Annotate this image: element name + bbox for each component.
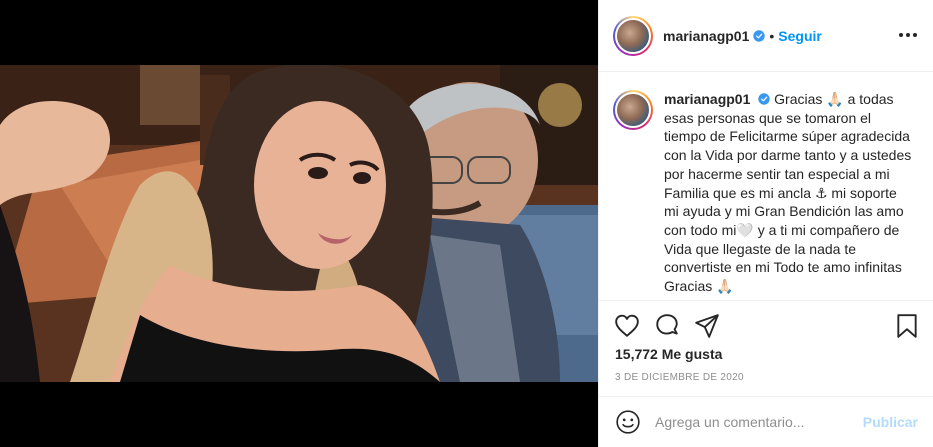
verified-badge-icon [758, 93, 770, 105]
post-date[interactable]: 3 de diciembre de 2020 [615, 372, 744, 383]
post-media[interactable] [0, 0, 598, 447]
follow-button[interactable]: Seguir [778, 28, 822, 44]
caption: marianagp01 Gracias 🙏🏻 a todas esas pers… [664, 90, 914, 300]
verified-badge-icon [753, 29, 766, 42]
caption-text: Gracias 🙏🏻 a todas esas personas que se … [664, 91, 912, 295]
avatar-image [615, 92, 651, 128]
avatar-image [615, 17, 651, 54]
selfie-image [0, 65, 598, 382]
post-side-panel: marianagp01 • Seguir marianagp01 Gracias… [598, 0, 933, 447]
caption-username[interactable]: marianagp01 [664, 91, 750, 107]
bookmark-icon[interactable] [894, 313, 920, 339]
heart-icon[interactable] [614, 313, 640, 339]
publish-button[interactable]: Publicar [863, 414, 918, 430]
comment-icon[interactable] [654, 313, 680, 339]
avatar[interactable] [613, 15, 653, 56]
header-username[interactable]: marianagp01 [663, 28, 749, 44]
share-icon[interactable] [694, 313, 720, 339]
more-dots-icon[interactable] [898, 28, 918, 42]
comment-input[interactable] [655, 414, 855, 430]
post-photo[interactable] [0, 65, 598, 382]
caption-avatar[interactable] [613, 90, 653, 130]
comment-bar: Publicar [599, 396, 933, 447]
post-header: marianagp01 • Seguir [599, 0, 933, 72]
caption-area: marianagp01 Gracias 🙏🏻 a todas esas pers… [599, 72, 933, 300]
separator-dot: • [769, 27, 775, 44]
smiley-icon[interactable] [615, 409, 641, 435]
action-bar [599, 300, 933, 347]
likes-count[interactable]: 15,772 Me gusta [615, 346, 722, 362]
